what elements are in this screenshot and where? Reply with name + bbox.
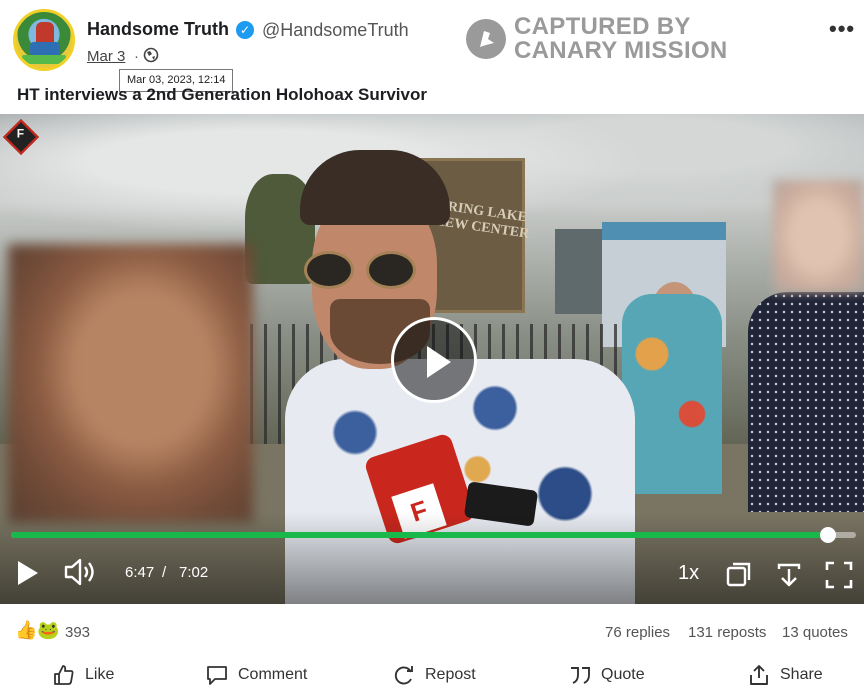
reaction-icons[interactable]: 👍🐸: [15, 620, 60, 641]
repost-button[interactable]: Repost: [393, 661, 476, 689]
author-name[interactable]: Handsome Truth: [87, 19, 229, 40]
video-subject-sunglasses: [300, 251, 430, 291]
replies-count[interactable]: 76 replies: [605, 624, 670, 641]
reaction-count[interactable]: 393: [65, 624, 90, 641]
video-player[interactable]: SPRING LAKE VIEW CENTER F F 6:47 / 7:02 1…: [0, 114, 864, 604]
picture-in-picture-icon[interactable]: [726, 561, 752, 587]
video-right-person: [748, 292, 864, 512]
watermark-line1: CAPTURED BY: [514, 13, 691, 40]
quote-button[interactable]: Quote: [569, 661, 645, 689]
date-separator: ·: [134, 48, 139, 65]
verified-badge-icon: ✓: [236, 21, 254, 39]
video-bystander: [622, 294, 722, 494]
fullscreen-icon[interactable]: [825, 561, 853, 589]
share-icon: [750, 665, 768, 685]
canary-mission-logo-icon: [466, 19, 506, 59]
like-label: Like: [85, 666, 115, 683]
post-actions: Like Comment Repost Quote Share: [0, 655, 864, 695]
watermark-line2: CANARY MISSION: [514, 37, 728, 64]
thumbs-up-icon: [54, 665, 74, 685]
blurred-face-right: [773, 180, 864, 292]
reposts-count[interactable]: 131 reposts: [688, 624, 766, 641]
current-time: 6:47: [125, 564, 155, 581]
author-avatar[interactable]: [13, 9, 75, 71]
play-button-icon[interactable]: [18, 561, 38, 585]
comment-icon: [207, 666, 227, 685]
more-options-icon[interactable]: •••: [829, 16, 855, 42]
time-separator: /: [162, 564, 167, 581]
post-date[interactable]: Mar 3: [87, 48, 125, 65]
post-stats: 👍🐸 393 76 replies 131 reposts 13 quotes: [0, 612, 864, 652]
post-text: HT interviews a 2nd Generation Holohoax …: [17, 85, 427, 104]
like-button[interactable]: Like: [53, 661, 114, 689]
author-handle[interactable]: @HandsomeTruth: [262, 20, 409, 41]
progress-bar[interactable]: [11, 527, 856, 543]
download-icon[interactable]: [775, 561, 803, 589]
video-building-dark: [555, 229, 605, 314]
quote-label: Quote: [601, 666, 645, 683]
progress-handle[interactable]: [819, 527, 836, 543]
repost-label: Repost: [425, 666, 476, 683]
quotes-count[interactable]: 13 quotes: [782, 624, 848, 641]
comment-label: Comment: [238, 666, 308, 683]
total-time: 7:02: [179, 564, 209, 581]
progress-fill: [11, 532, 828, 538]
share-button[interactable]: Share: [748, 661, 823, 689]
globe-icon: [143, 47, 159, 67]
video-controls-bar: [0, 512, 864, 604]
volume-icon[interactable]: [64, 557, 98, 587]
play-overlay-button[interactable]: [391, 317, 477, 403]
playback-speed-button[interactable]: 1x: [678, 562, 699, 585]
comment-button[interactable]: Comment: [206, 661, 307, 689]
quote-icon: [571, 667, 590, 684]
watermark: CAPTURED BY CANARY MISSION: [514, 15, 728, 63]
post-header: Handsome Truth ✓ @HandsomeTruth Mar 3 · …: [0, 0, 864, 92]
share-label: Share: [780, 666, 823, 683]
blurred-face-left: [8, 244, 253, 522]
repost-icon: [394, 666, 413, 685]
